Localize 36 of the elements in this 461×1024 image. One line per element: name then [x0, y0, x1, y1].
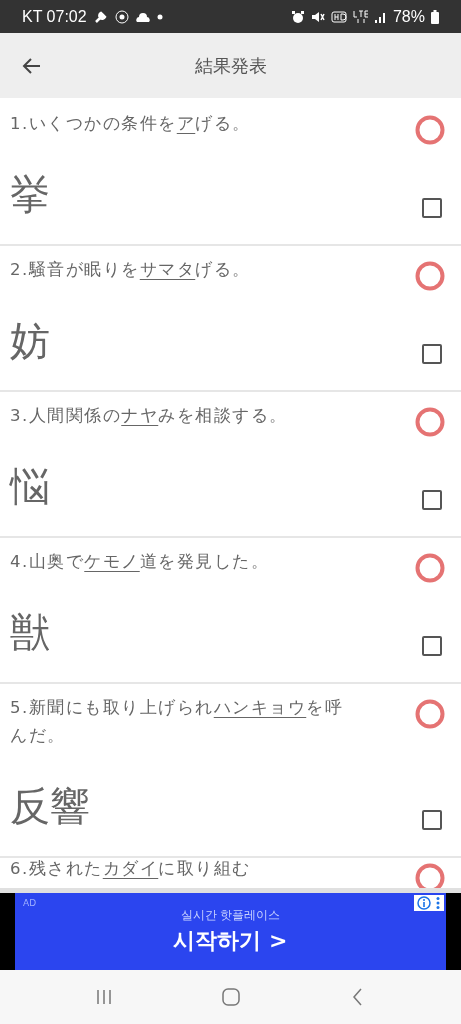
- question-text: 1.いくつかの条件を アげる。: [10, 113, 252, 135]
- checkbox[interactable]: [422, 344, 442, 364]
- answer-kanji: 獣: [10, 608, 51, 657]
- checkbox[interactable]: [422, 198, 442, 218]
- ad-banner[interactable]: AD 실시간 핫플레이스 시작하기 >: [15, 893, 446, 970]
- battery-percent: 78%: [392, 7, 425, 26]
- answer-kanji: 妨: [10, 316, 51, 365]
- signal-icon: [374, 10, 387, 23]
- cloud-icon: [134, 10, 151, 23]
- ad-headline: 시작하기 >: [173, 927, 288, 955]
- answer-kanji: 挙: [10, 170, 51, 219]
- status-time: KT 07:02: [22, 7, 87, 26]
- info-icon: [417, 896, 431, 910]
- home-icon[interactable]: [220, 987, 241, 1007]
- page-title: 結果発表: [193, 53, 268, 78]
- radio-icon: [114, 9, 129, 24]
- hd-icon: [330, 10, 347, 23]
- alarm-icon: [290, 9, 305, 24]
- answer-kanji: 悩: [10, 462, 51, 511]
- checkbox[interactable]: [422, 810, 442, 830]
- ad-subtitle: 실시간 핫플레이스: [180, 907, 281, 924]
- battery-icon: [431, 9, 439, 24]
- lte-icon: [352, 9, 369, 24]
- dot-icon: [156, 13, 163, 20]
- ad-options[interactable]: [414, 895, 444, 911]
- checkbox[interactable]: [422, 490, 442, 510]
- question-text: 6.残された カダイ に取り組む: [10, 858, 252, 880]
- answer-kanji: 反響: [10, 782, 91, 831]
- checkbox[interactable]: [422, 636, 442, 656]
- mute-icon: [310, 9, 325, 24]
- question-text: 4.山奥でケモノ 道を発見した。: [10, 551, 271, 573]
- question-text: 2.騒音が眠りをサマタ げる。: [10, 259, 252, 281]
- question-text: 5.新聞にも取り上げられハンキョウ を呼んだ。: [10, 697, 345, 747]
- ad-label: AD: [23, 898, 37, 908]
- more-icon: [435, 896, 441, 910]
- question-text: 3.人間関係のナヤみを相談する。: [10, 405, 289, 427]
